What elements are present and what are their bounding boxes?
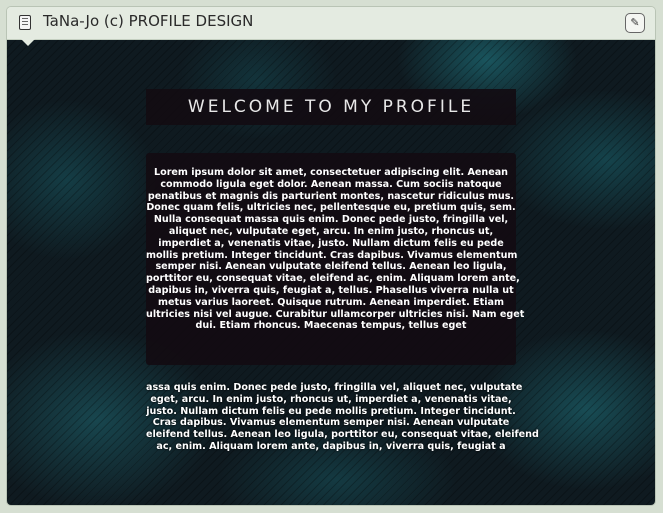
lower-text: assa quis enim. Donec pede justo, fringi… <box>146 382 539 453</box>
text-line: justo. Nullam dictum felis eu pede molli… <box>146 405 516 417</box>
text-line: eleifend tellus. Aenean leo ligula, port… <box>146 429 539 441</box>
text-line: aliquet nec, vulputate eget, arcu. In en… <box>168 225 494 237</box>
header-pointer <box>21 39 35 46</box>
text-line: penatibus et magnis dis parturient monte… <box>147 190 515 202</box>
document-icon <box>19 15 31 30</box>
text-line: commodo ligula eget dolor. Aenean massa.… <box>160 178 502 190</box>
edit-button[interactable]: ✎ <box>625 13 645 33</box>
about-text: Lorem ipsum dolor sit amet, consectetuer… <box>146 153 525 332</box>
text-line: porttitor eu, consequat vitae, eleifend … <box>146 273 520 285</box>
profile-panel: TaNa-Jo (c) PROFILE DESIGN ✎ WELCOME TO … <box>6 6 656 506</box>
text-line: mollis pretium. Integer tincidunt. Cras … <box>146 249 518 261</box>
text-line: ultricies nisi vel augue. Curabitur ulla… <box>146 308 525 320</box>
text-line: dapibus in, viverra quis, feugiat a, tel… <box>148 284 514 296</box>
text-line: Donec quam felis, ultricies nec, pellent… <box>146 202 516 214</box>
pencil-icon: ✎ <box>630 16 640 29</box>
text-line: assa quis enim. Donec pede justo, fringi… <box>146 382 523 393</box>
text-line: Nulla consequat massa quis enim. Donec p… <box>153 214 509 226</box>
panel-header: TaNa-Jo (c) PROFILE DESIGN ✎ <box>7 7 655 40</box>
welcome-heading: WELCOME TO MY PROFILE <box>146 89 516 125</box>
text-line: semper nisi. Aenean vulputate eleifend t… <box>155 261 507 273</box>
profile-content[interactable]: WELCOME TO MY PROFILE Lorem ipsum dolor … <box>7 40 655 505</box>
text-line: dui. Etiam rhoncus. Maecenas tempus, tel… <box>195 320 467 332</box>
text-line: metus varius laoreet. Quisque rutrum. Ae… <box>158 296 504 308</box>
panel-title: TaNa-Jo (c) PROFILE DESIGN <box>43 12 254 30</box>
text-line: Cras dapibus. Vivamus elementum semper n… <box>152 417 510 429</box>
text-line: Lorem ipsum dolor sit amet, consectetuer… <box>153 167 509 178</box>
text-line: eget, arcu. In enim justo, rhoncus ut, i… <box>150 393 512 405</box>
text-line: imperdiet a, venenatis vitae, justo. Nul… <box>158 237 504 249</box>
about-text-box: Lorem ipsum dolor sit amet, consectetuer… <box>146 153 525 365</box>
text-line: ac, enim. Aliquam lorem ante, dapibus in… <box>156 440 506 452</box>
